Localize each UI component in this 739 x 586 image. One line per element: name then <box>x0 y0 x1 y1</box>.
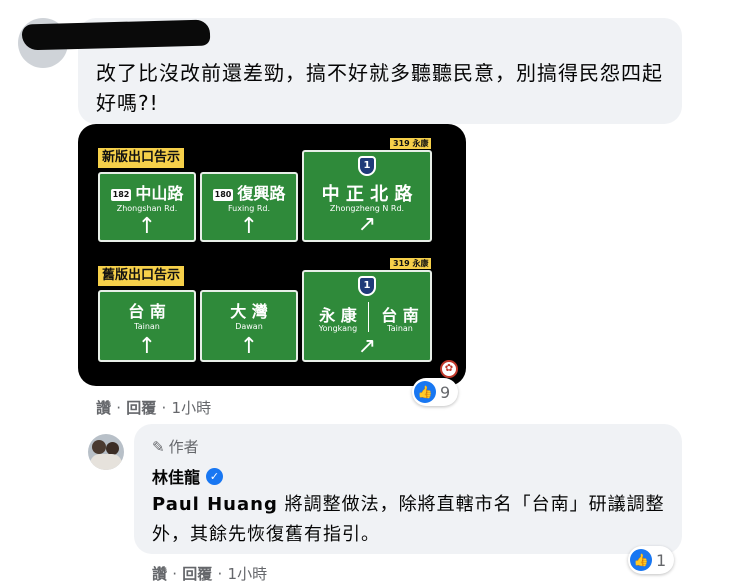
comment-text: 改了比沒改前還差勁，搞不好就多聽聽民意，別搞得民怨四起好嗎?! <box>96 61 663 115</box>
sign-en-text: Tainan <box>134 322 160 331</box>
like-link[interactable]: 讚 <box>152 565 167 583</box>
comment-image[interactable]: 新版出口告示 182 中山路 Zhongshan Rd. ↑ 180 復興路 Fux… <box>78 124 466 386</box>
sign-en-text: Fuxing Rd. <box>227 204 271 213</box>
diagonal-arrow-icon: ↗ <box>357 334 377 359</box>
diagonal-arrow-icon: ↗ <box>357 212 377 237</box>
sign-fuxing: 180 復興路 Fuxing Rd. ↑ <box>200 172 298 242</box>
sign-divider <box>368 302 369 332</box>
separator: · <box>172 565 178 583</box>
like-reaction-icon: 👍 <box>414 381 436 403</box>
sign-cn-text: 中 正 北 路 <box>321 184 413 205</box>
old-version-label: 舊版出口告示 <box>98 266 185 286</box>
sign-en-right: Tainan <box>387 324 413 333</box>
sign-cn-text: 復興路 <box>237 184 286 203</box>
new-version-label: 新版出口告示 <box>98 148 185 168</box>
sign-en-left: Yongkang <box>318 324 358 333</box>
sign-tainan: 台 南 Tainan ↑ <box>98 290 196 362</box>
verified-badge-icon: ✓ <box>206 467 224 485</box>
separator: · <box>161 399 167 417</box>
separator: · <box>217 565 223 583</box>
separator: · <box>116 399 122 417</box>
reaction-count: 9 <box>440 382 451 402</box>
sign-cn-text: 大 灣 <box>230 302 268 321</box>
freeway-shield-icon: 1 <box>358 156 376 176</box>
sign-en-text: Dawan <box>235 322 263 331</box>
mention-link[interactable]: Paul Huang <box>152 494 278 515</box>
author-avatar[interactable] <box>88 434 124 470</box>
like-link[interactable]: 讚 <box>96 399 111 417</box>
up-arrow-icon: ↑ <box>239 334 259 359</box>
timestamp[interactable]: 1小時 <box>228 565 268 583</box>
reply-link[interactable]: 回覆 <box>182 565 212 583</box>
route-319-tag: 319 永康 <box>390 258 432 269</box>
sign-cn-left: 永 康 <box>319 306 357 325</box>
up-arrow-icon: ↑ <box>239 214 259 239</box>
agency-logo-icon: ✿ <box>440 360 458 378</box>
up-arrow-icon: ↑ <box>137 334 157 359</box>
redacted-name <box>21 19 211 51</box>
timestamp[interactable]: 1小時 <box>172 399 212 417</box>
reply-text: Paul Huang 將調整做法，除將直轄市名「台南」研議調整外，其餘先恢復舊有… <box>152 490 672 550</box>
freeway-shield-icon: 1 <box>358 276 376 296</box>
reaction-summary[interactable]: 👍 1 <box>628 546 675 574</box>
sign-yongkang-tainan: 1 永 康 Yongkang 台 南 Tainan ↗ <box>302 270 432 362</box>
author-tag-label: 作者 <box>168 438 199 456</box>
sign-en-text: Zhongshan Rd. <box>116 204 178 213</box>
reply-link[interactable]: 回覆 <box>126 399 156 417</box>
route-number: 182 <box>110 188 132 201</box>
sign-cn-right: 台 南 <box>381 306 419 325</box>
author-badge: ✎ 作者 <box>152 436 199 457</box>
reply-author-name[interactable]: 林佳龍 <box>152 464 200 488</box>
pencil-icon: ✎ <box>152 437 165 456</box>
route-319-tag: 319 永康 <box>390 138 432 149</box>
up-arrow-icon: ↑ <box>137 214 157 239</box>
reaction-summary[interactable]: 👍 9 <box>412 378 459 406</box>
reply-actions: 讚 · 回覆 · 1小時 <box>152 563 267 584</box>
like-reaction-icon: 👍 <box>630 549 652 571</box>
sign-cn-text: 中山路 <box>135 184 184 203</box>
comment-actions: 讚 · 回覆 · 1小時 <box>96 397 211 418</box>
sign-zhongzheng: 1 中 正 北 路 Zhongzheng N Rd. ↗ <box>302 150 432 242</box>
sign-dawan: 大 灣 Dawan ↑ <box>200 290 298 362</box>
reaction-count: 1 <box>656 550 667 570</box>
sign-cn-text: 台 南 <box>128 302 166 321</box>
reply-author[interactable]: 林佳龍 ✓ <box>152 464 224 488</box>
sign-zhongshan: 182 中山路 Zhongshan Rd. ↑ <box>98 172 196 242</box>
reply-bubble: ✎ 作者 林佳龍 ✓ Paul Huang 將調整做法，除將直轄市名「台南」研議… <box>134 424 682 554</box>
route-number: 180 <box>212 188 234 201</box>
